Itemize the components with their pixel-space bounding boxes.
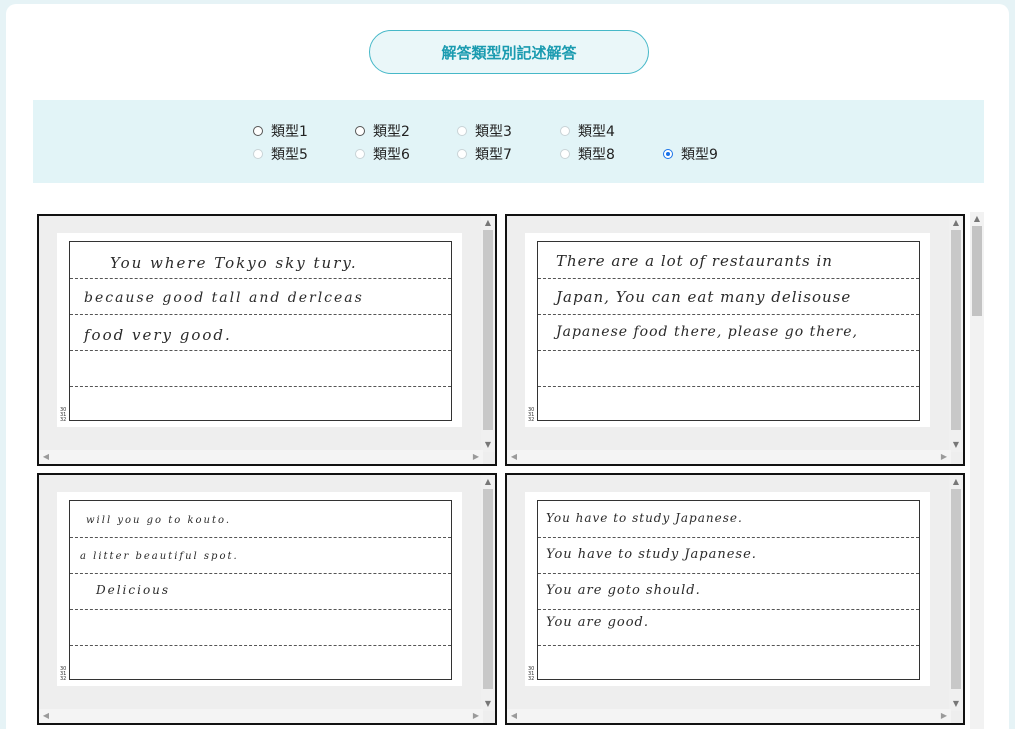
ruled-answer-area: There are a lot of restaurants in Japan,… <box>537 241 920 421</box>
ruled-answer-area: You where Tokyo sky tury. because good t… <box>69 241 452 421</box>
vertical-scrollbar[interactable]: ▲ ▼ <box>949 475 963 711</box>
arrow-left-icon[interactable]: ◀ <box>507 709 521 723</box>
radio-circle-icon <box>253 126 263 136</box>
radio-type3[interactable]: 類型3 <box>457 121 512 141</box>
radio-checked-icon <box>663 149 673 159</box>
handwritten-line: a litter beautiful spot. <box>80 551 239 562</box>
horizontal-scrollbar[interactable]: ◀ ▶ <box>39 709 483 723</box>
page-scrollbar[interactable]: ▲ <box>970 212 984 729</box>
radio-type6[interactable]: 類型6 <box>355 144 410 164</box>
radio-circle-icon <box>457 149 467 159</box>
arrow-up-icon[interactable]: ▲ <box>481 216 495 230</box>
radio-circle-icon <box>560 126 570 136</box>
radio-type9[interactable]: 類型9 <box>663 144 718 164</box>
handwritten-line: There are a lot of restaurants in <box>556 252 833 270</box>
radio-type8[interactable]: 類型8 <box>560 144 615 164</box>
handwritten-line: You have to study Japanese. <box>546 547 757 562</box>
arrow-up-icon[interactable]: ▲ <box>970 212 984 226</box>
ruled-answer-area: will you go to kouto. a litter beautiful… <box>69 500 452 680</box>
handwritten-line: food very good. <box>84 326 232 344</box>
arrow-up-icon[interactable]: ▲ <box>481 475 495 489</box>
horizontal-scrollbar[interactable]: ◀ ▶ <box>507 709 951 723</box>
answer-type-panel: 類型1 類型2 類型3 類型4 類型5 類型6 類型7 類型8 類型9 <box>33 100 984 183</box>
answer-scan-4[interactable]: You have to study Japanese. You have to … <box>505 473 965 725</box>
radio-type4[interactable]: 類型4 <box>560 121 615 141</box>
arrow-left-icon[interactable]: ◀ <box>39 450 53 464</box>
radio-circle-icon <box>355 149 365 159</box>
sheet-footer-numbers: 30 31 32 <box>528 666 535 682</box>
handwritten-line: You have to study Japanese. <box>546 511 743 525</box>
scroll-thumb[interactable] <box>951 230 961 430</box>
scroll-thumb[interactable] <box>951 489 961 689</box>
sheet-footer-numbers: 30 31 32 <box>60 666 67 682</box>
radio-type1[interactable]: 類型1 <box>253 121 308 141</box>
radio-type5[interactable]: 類型5 <box>253 144 308 164</box>
handwritten-line: Japan, You can eat many delisouse <box>556 288 852 306</box>
arrow-up-icon[interactable]: ▲ <box>949 216 963 230</box>
handwritten-line: Japanese food there, please go there, <box>556 324 858 340</box>
radio-label: 類型8 <box>578 147 615 163</box>
radio-circle-icon <box>560 149 570 159</box>
radio-circle-icon <box>457 126 467 136</box>
radio-label: 類型1 <box>271 124 308 140</box>
arrow-down-icon[interactable]: ▼ <box>481 697 495 711</box>
radio-label: 類型4 <box>578 124 615 140</box>
handwritten-line: You where Tokyo sky tury. <box>110 254 358 272</box>
vertical-scrollbar[interactable]: ▲ ▼ <box>481 475 495 711</box>
handwritten-line: will you go to kouto. <box>86 515 232 526</box>
answer-sheet-image: You where Tokyo sky tury. because good t… <box>57 233 462 427</box>
arrow-right-icon[interactable]: ▶ <box>937 709 951 723</box>
radio-label: 類型7 <box>475 147 512 163</box>
horizontal-scrollbar[interactable]: ◀ ▶ <box>507 450 951 464</box>
sheet-footer-numbers: 30 31 32 <box>60 407 67 423</box>
handwritten-line: Delicious <box>96 583 171 597</box>
scroll-thumb[interactable] <box>972 226 982 316</box>
radio-circle-icon <box>355 126 365 136</box>
arrow-left-icon[interactable]: ◀ <box>507 450 521 464</box>
arrow-up-icon[interactable]: ▲ <box>949 475 963 489</box>
scroll-thumb[interactable] <box>483 489 493 689</box>
handwritten-line: You are good. <box>546 615 650 630</box>
radio-label: 類型3 <box>475 124 512 140</box>
radio-label: 類型2 <box>373 124 410 140</box>
arrow-down-icon[interactable]: ▼ <box>481 438 495 452</box>
radio-label: 類型6 <box>373 147 410 163</box>
arrow-down-icon[interactable]: ▼ <box>949 438 963 452</box>
vertical-scrollbar[interactable]: ▲ ▼ <box>949 216 963 452</box>
handwritten-line: You are goto should. <box>546 583 701 598</box>
radio-label: 類型9 <box>681 147 718 163</box>
radio-label: 類型5 <box>271 147 308 163</box>
arrow-right-icon[interactable]: ▶ <box>469 450 483 464</box>
handwritten-line: because good tall and derlceas <box>84 290 364 306</box>
radio-type7[interactable]: 類型7 <box>457 144 512 164</box>
answer-sheet-image: There are a lot of restaurants in Japan,… <box>525 233 930 427</box>
radio-circle-icon <box>253 149 263 159</box>
answer-scan-3[interactable]: will you go to kouto. a litter beautiful… <box>37 473 497 725</box>
vertical-scrollbar[interactable]: ▲ ▼ <box>481 216 495 452</box>
arrow-left-icon[interactable]: ◀ <box>39 709 53 723</box>
arrow-right-icon[interactable]: ▶ <box>469 709 483 723</box>
ruled-answer-area: You have to study Japanese. You have to … <box>537 500 920 680</box>
answer-sheet-image: You have to study Japanese. You have to … <box>525 492 930 686</box>
radio-type2[interactable]: 類型2 <box>355 121 410 141</box>
answer-sheet-image: will you go to kouto. a litter beautiful… <box>57 492 462 686</box>
answer-scan-1[interactable]: You where Tokyo sky tury. because good t… <box>37 214 497 466</box>
horizontal-scrollbar[interactable]: ◀ ▶ <box>39 450 483 464</box>
sheet-footer-numbers: 30 31 32 <box>528 407 535 423</box>
scroll-thumb[interactable] <box>483 230 493 430</box>
arrow-right-icon[interactable]: ▶ <box>937 450 951 464</box>
page-title: 解答類型別記述解答 <box>369 30 649 74</box>
answer-scan-2[interactable]: There are a lot of restaurants in Japan,… <box>505 214 965 466</box>
arrow-down-icon[interactable]: ▼ <box>949 697 963 711</box>
